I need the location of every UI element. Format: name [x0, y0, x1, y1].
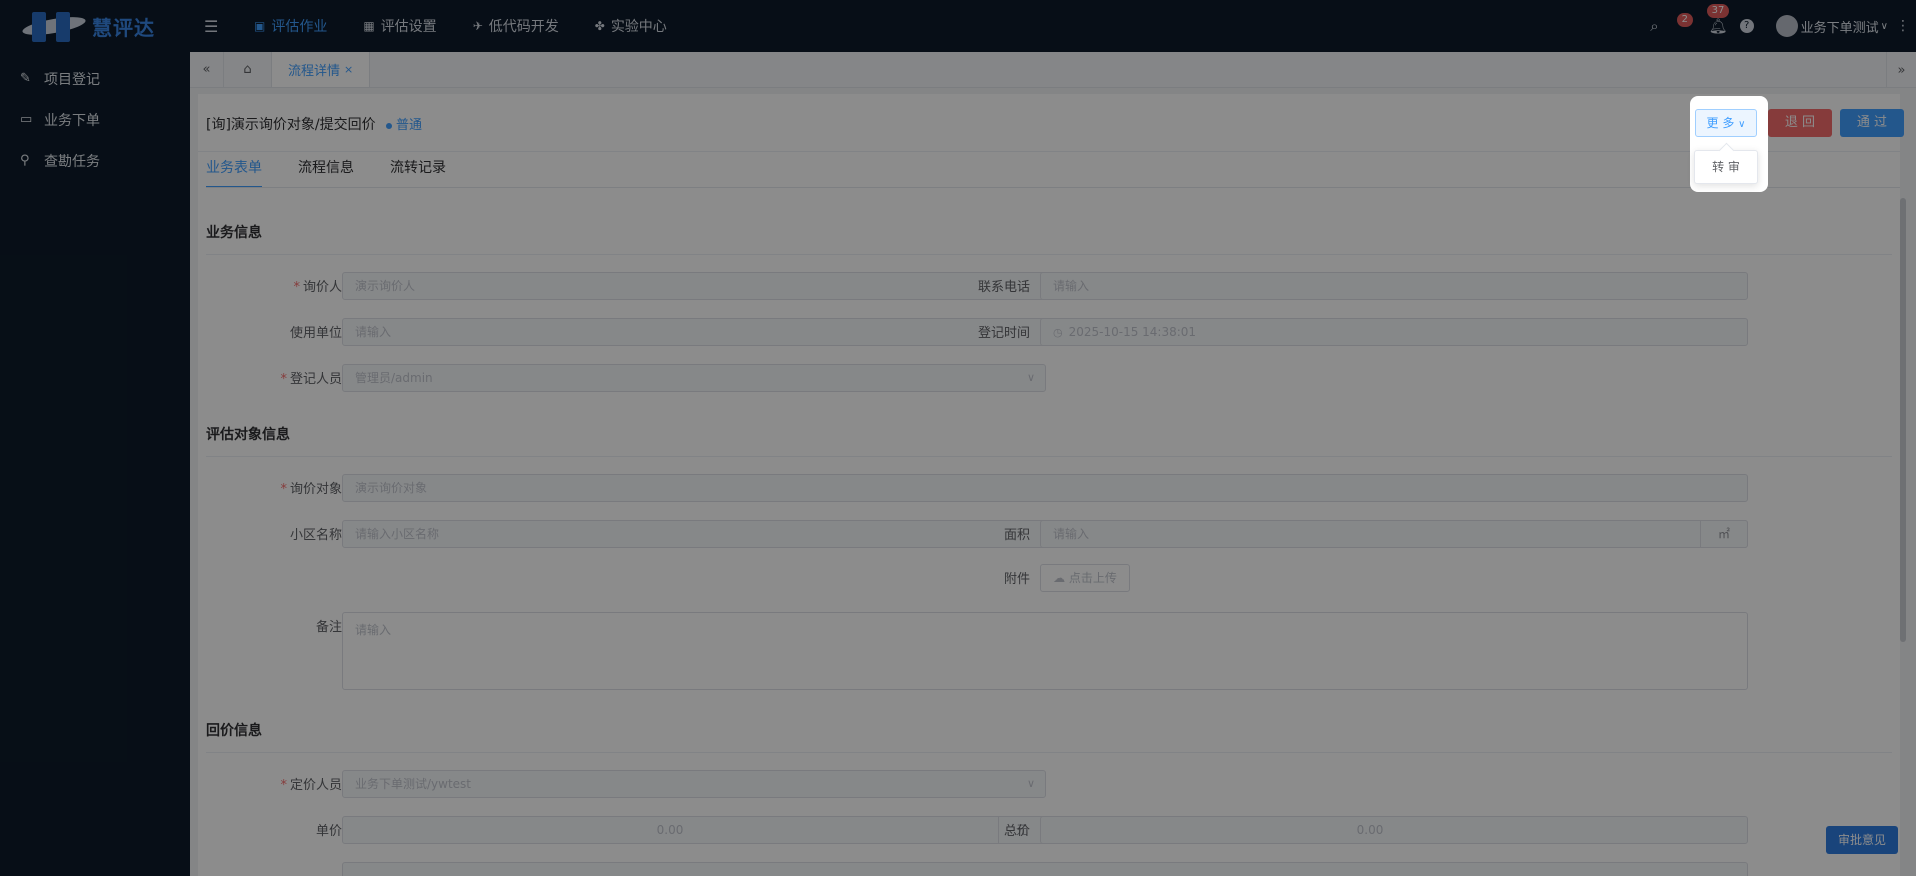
chevron-down-icon: ∨ — [1738, 119, 1746, 130]
more-label: 更 多 — [1706, 116, 1735, 130]
more-dropdown-button[interactable]: 更 多 ∨ — [1695, 109, 1757, 137]
menu-item-transfer-review[interactable]: 转 审 — [1712, 160, 1740, 174]
more-dropdown-menu: 转 审 — [1694, 150, 1758, 184]
guide-overlay — [0, 0, 1916, 876]
